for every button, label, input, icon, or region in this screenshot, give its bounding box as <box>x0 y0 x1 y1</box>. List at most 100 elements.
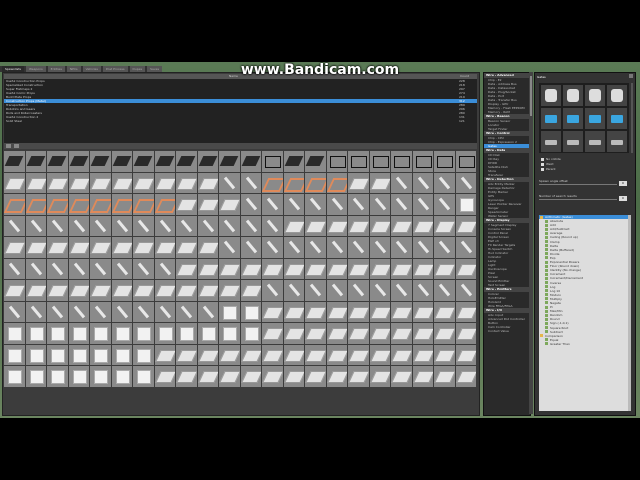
prop-spawn-icon[interactable] <box>348 151 369 172</box>
prop-spawn-icon[interactable] <box>412 194 433 215</box>
prop-spawn-icon[interactable] <box>25 366 46 387</box>
prop-spawn-icon[interactable] <box>176 258 197 279</box>
prop-spawn-icon[interactable] <box>25 280 46 301</box>
prop-spawn-icon[interactable] <box>369 172 390 193</box>
prop-spawn-icon[interactable] <box>305 151 326 172</box>
prop-spawn-icon[interactable] <box>434 301 455 322</box>
gate-model-option[interactable] <box>585 131 605 152</box>
list-item[interactable]: Solid Steel 121 <box>4 119 477 123</box>
prop-spawn-icon[interactable] <box>391 323 412 344</box>
prop-spawn-icon[interactable] <box>90 366 111 387</box>
prop-spawn-icon[interactable] <box>68 301 89 322</box>
prop-spawn-icon[interactable] <box>369 151 390 172</box>
prop-spawn-icon[interactable] <box>455 151 476 172</box>
prop-spawn-icon[interactable] <box>4 172 25 193</box>
gate-model-option[interactable] <box>585 85 605 106</box>
prop-spawn-icon[interactable] <box>412 258 433 279</box>
prop-spawn-icon[interactable] <box>434 280 455 301</box>
spawn-angle-slider[interactable]: Spawn angle offset 0 <box>539 179 627 187</box>
prop-spawn-icon[interactable] <box>262 237 283 258</box>
prop-spawn-icon[interactable] <box>197 323 218 344</box>
prop-spawn-icon[interactable] <box>47 172 68 193</box>
refresh-icon[interactable] <box>14 144 19 148</box>
prop-spawn-icon[interactable] <box>305 344 326 365</box>
prop-spawn-icon[interactable] <box>25 194 46 215</box>
prop-spawn-icon[interactable] <box>369 215 390 236</box>
prop-spawn-icon[interactable] <box>25 237 46 258</box>
prop-spawn-icon[interactable] <box>262 344 283 365</box>
prop-spawn-icon[interactable] <box>133 194 154 215</box>
prop-spawn-icon[interactable] <box>391 301 412 322</box>
prop-spawn-icon[interactable] <box>326 151 347 172</box>
prop-spawn-icon[interactable] <box>4 215 25 236</box>
prop-spawn-icon[interactable] <box>262 194 283 215</box>
prop-spawn-icon[interactable] <box>348 280 369 301</box>
prop-spawn-icon[interactable] <box>455 366 476 387</box>
checkbox-icon[interactable] <box>541 157 544 161</box>
prop-spawn-icon[interactable] <box>326 323 347 344</box>
slider-track[interactable] <box>539 184 617 185</box>
prop-spawn-icon[interactable] <box>133 215 154 236</box>
prop-spawn-icon[interactable] <box>90 344 111 365</box>
prop-spawn-icon[interactable] <box>326 237 347 258</box>
prop-spawn-icon[interactable] <box>240 301 261 322</box>
prop-spawn-icon[interactable] <box>369 280 390 301</box>
prop-spawn-icon[interactable] <box>412 215 433 236</box>
prop-spawn-icon[interactable] <box>455 194 476 215</box>
prop-spawn-icon[interactable] <box>133 344 154 365</box>
prop-spawn-icon[interactable] <box>47 344 68 365</box>
prop-spawn-icon[interactable] <box>369 366 390 387</box>
prop-spawn-icon[interactable] <box>68 366 89 387</box>
prop-spawn-icon[interactable] <box>25 258 46 279</box>
prop-spawn-icon[interactable] <box>434 237 455 258</box>
prop-spawn-icon[interactable] <box>25 301 46 322</box>
prop-spawn-icon[interactable] <box>111 172 132 193</box>
prop-spawn-icon[interactable] <box>197 280 218 301</box>
prop-spawn-icon[interactable] <box>455 172 476 193</box>
prop-spawn-icon[interactable] <box>412 344 433 365</box>
prop-spawn-icon[interactable] <box>283 215 304 236</box>
picker-scrollbar[interactable] <box>631 83 633 153</box>
prop-spawn-icon[interactable] <box>4 258 25 279</box>
slider-track[interactable] <box>539 199 617 200</box>
prop-spawn-icon[interactable] <box>305 301 326 322</box>
prop-spawn-icon[interactable] <box>176 151 197 172</box>
prop-spawn-icon[interactable] <box>240 344 261 365</box>
prop-spawn-icon[interactable] <box>412 323 433 344</box>
prop-spawn-icon[interactable] <box>47 237 68 258</box>
prop-spawn-icon[interactable] <box>391 237 412 258</box>
prop-spawn-icon[interactable] <box>90 301 111 322</box>
prop-spawn-icon[interactable] <box>455 258 476 279</box>
prop-spawn-icon[interactable] <box>305 194 326 215</box>
prop-spawn-icon[interactable] <box>283 344 304 365</box>
prop-spawn-icon[interactable] <box>283 151 304 172</box>
prop-spawn-icon[interactable] <box>68 215 89 236</box>
prop-spawn-icon[interactable] <box>240 366 261 387</box>
prop-spawn-icon[interactable] <box>262 151 283 172</box>
prop-spawn-icon[interactable] <box>25 344 46 365</box>
prop-spawn-icon[interactable] <box>154 323 175 344</box>
prop-spawn-icon[interactable] <box>391 366 412 387</box>
prop-spawn-icon[interactable] <box>68 344 89 365</box>
prop-spawn-icon[interactable] <box>90 237 111 258</box>
tree-item[interactable]: Greater Than <box>539 342 631 346</box>
prop-spawn-icon[interactable] <box>326 301 347 322</box>
prop-spawn-icon[interactable] <box>240 323 261 344</box>
prop-spawn-icon[interactable] <box>369 344 390 365</box>
prop-spawn-icon[interactable] <box>305 258 326 279</box>
prop-spawn-icon[interactable] <box>434 215 455 236</box>
prop-spawn-icon[interactable] <box>90 151 111 172</box>
prop-spawn-icon[interactable] <box>68 280 89 301</box>
prop-spawn-icon[interactable] <box>47 301 68 322</box>
prop-spawn-icon[interactable] <box>305 215 326 236</box>
prop-spawn-icon[interactable] <box>369 194 390 215</box>
prop-spawn-icon[interactable] <box>111 215 132 236</box>
prop-spawn-icon[interactable] <box>412 280 433 301</box>
prop-spawn-icon[interactable] <box>133 258 154 279</box>
prop-spawn-icon[interactable] <box>219 194 240 215</box>
prop-spawn-icon[interactable] <box>47 323 68 344</box>
prop-spawn-icon[interactable] <box>262 258 283 279</box>
prop-spawn-icon[interactable] <box>434 172 455 193</box>
prop-spawn-icon[interactable] <box>154 258 175 279</box>
prop-spawn-icon[interactable] <box>197 172 218 193</box>
